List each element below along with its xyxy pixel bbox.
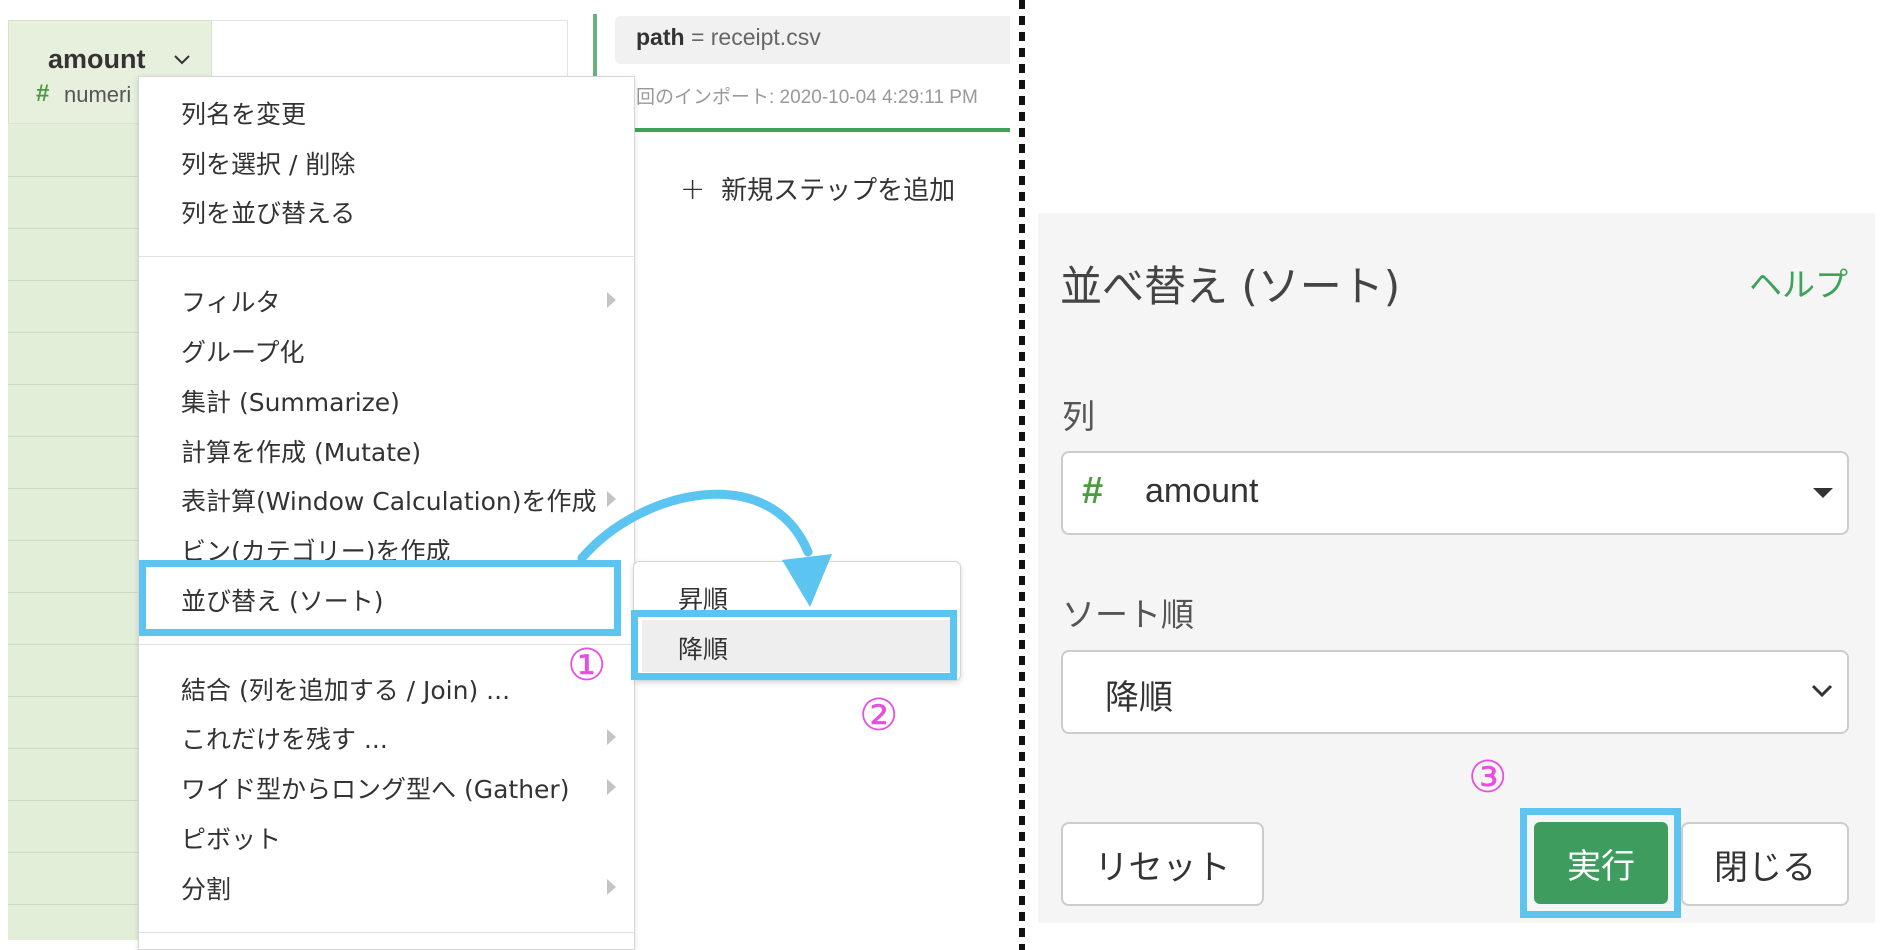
menu-item-select-remove[interactable]: 列を選択 / 削除 [181,145,355,181]
help-link[interactable]: ヘルプ [1749,258,1848,306]
menu-item-gather[interactable]: ワイド型からロング型へ (Gather) [181,770,569,806]
path-key: path [636,24,685,50]
reset-button[interactable]: リセット [1061,822,1264,906]
caret-down-icon [1813,488,1833,498]
menu-item-filter[interactable]: フィルタ [181,283,281,319]
menu-separator [139,256,634,257]
numeric-type-icon: # [36,80,50,107]
column-field-label: 列 [1062,397,1095,436]
run-button[interactable]: 実行 [1534,822,1668,904]
numeric-type-icon: # [1082,470,1104,512]
step-active-rule [635,128,1010,132]
add-step-label: 新規ステップを追加 [721,176,956,206]
submenu-arrow-icon [607,729,616,745]
sort-order-value: 降順 [1105,678,1173,718]
highlight-descending-item [631,610,957,680]
submenu-arrow-icon [607,779,616,795]
sort-order-label: ソート順 [1062,595,1194,634]
highlight-sort-item [139,560,621,636]
curved-arrow-icon [577,489,832,607]
menu-item-summarize[interactable]: 集計 (Summarize) [181,383,400,419]
menu-item-keep-only[interactable]: これだけを残す ... [181,720,388,756]
column-select-value: amount [1145,472,1259,510]
submenu-arrow-icon [607,292,616,308]
step-source-path: path = receipt.csv [636,24,821,51]
step-marker-1: ① [567,640,607,691]
menu-item-split[interactable]: 分割 [181,870,231,906]
column-type-label: numeri [64,82,132,107]
step-marker-2: ② [859,690,899,741]
menu-item-mutate[interactable]: 計算を作成 (Mutate) [181,433,421,469]
chevron-down-icon[interactable] [172,50,192,70]
menu-item-rename[interactable]: 列名を変更 [181,95,306,131]
column-context-menu: 列名を変更 列を選択 / 削除 列を並び替える フィルタ グループ化 集計 (S… [138,76,635,950]
menu-item-group-by[interactable]: グループ化 [181,333,305,369]
menu-item-window-calc[interactable]: 表計算(Window Calculation)を作成 [181,482,597,518]
last-import-text: 回のインポート: 2020-10-04 4:29:11 PM [636,87,978,108]
sort-order-select[interactable] [1061,650,1849,734]
dialog-title: 並べ替え (ソート) [1060,262,1401,311]
chevron-down-icon [1811,684,1833,698]
close-button[interactable]: 閉じる [1681,822,1849,906]
screenshot-divider [1019,0,1025,950]
step-marker-3: ③ [1468,752,1508,803]
submenu-arrow-icon [607,879,616,895]
menu-item-pivot[interactable]: ピボット [181,820,281,856]
menu-separator [139,932,634,933]
menu-item-reorder[interactable]: 列を並び替える [181,194,355,230]
plus-icon: + [680,172,706,207]
add-step-button[interactable]: + 新規ステップを追加 [680,170,955,207]
sort-dialog [1038,213,1875,923]
menu-separator [139,644,634,645]
column-name: amount [48,44,146,74]
path-value: = receipt.csv [690,24,821,50]
menu-item-join[interactable]: 結合 (列を追加する / Join) ... [181,671,510,707]
